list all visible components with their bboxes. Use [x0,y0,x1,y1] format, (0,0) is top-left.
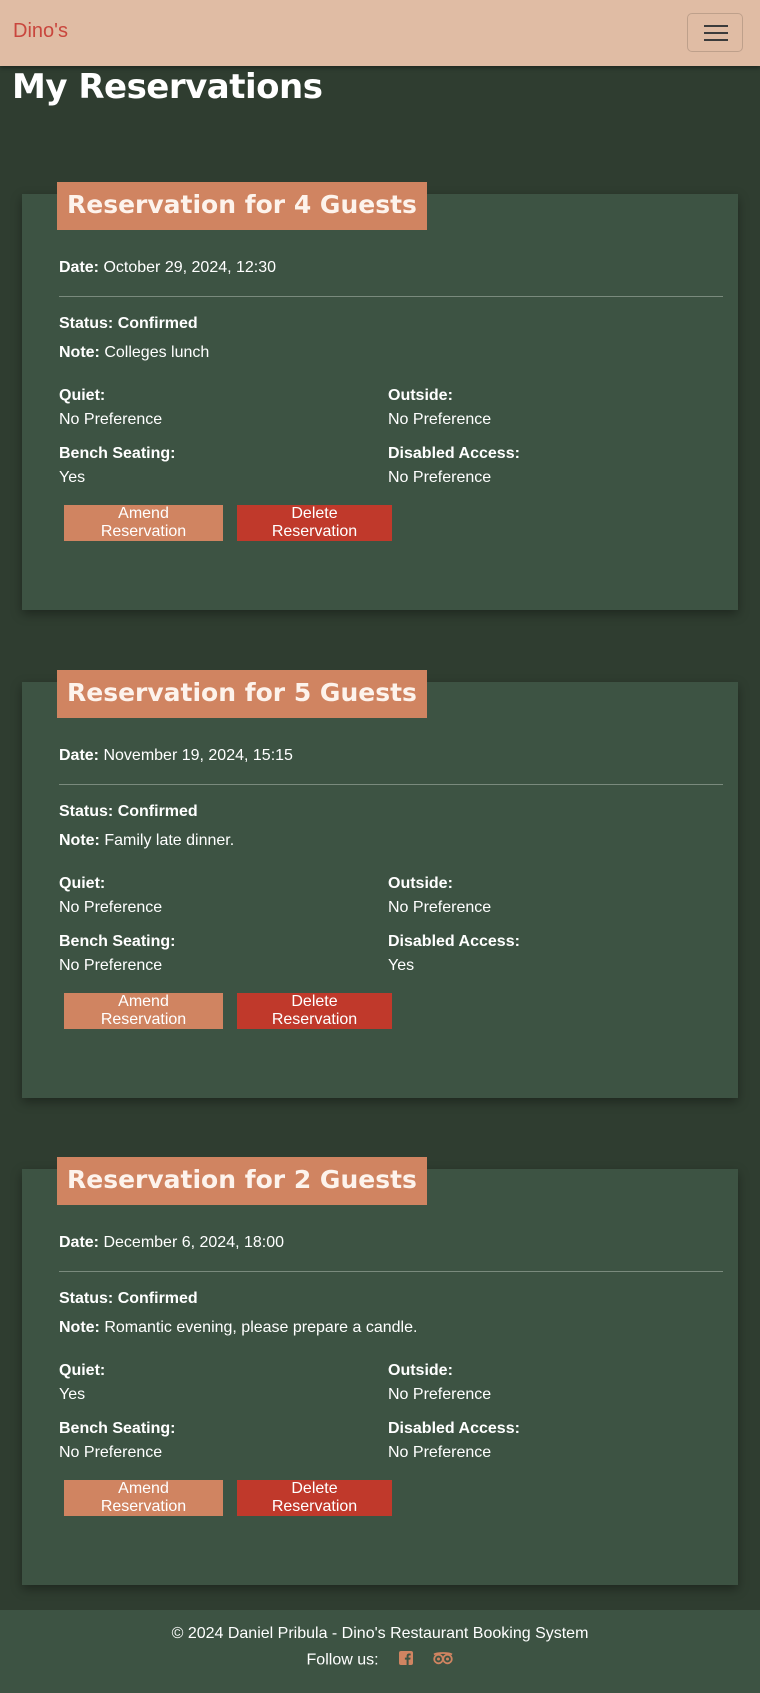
reservation-status: Status: Confirmed [59,315,198,332]
pref-disabled-access: Disabled Access: No Preference [388,1420,520,1461]
pref-outside: Outside: No Preference [388,875,492,916]
tripadvisor-icon[interactable] [433,1651,454,1670]
reservation-note: Note: Colleges lunch [59,344,210,361]
menu-toggle-button[interactable] [687,13,743,52]
pref-quiet: Quiet: Yes [59,1362,106,1403]
reservation-date: Date: October 29, 2024, 12:30 [59,259,277,276]
delete-reservation-button[interactable]: Delete Reservation [237,1480,392,1516]
page-title: My Reservations [12,67,323,107]
follow-us-label: Follow us: [306,1651,379,1669]
amend-reservation-button[interactable]: Amend Reservation [64,993,223,1029]
pref-quiet: Quiet: No Preference [59,875,163,916]
pref-outside: Outside: No Preference [388,387,492,428]
pref-disabled-access: Disabled Access: Yes [388,933,520,974]
divider [59,784,723,785]
pref-disabled-access: Disabled Access: No Preference [388,445,520,486]
brand-link[interactable]: Dino's [13,20,68,43]
reservation-title: Reservation for 4 Guests [57,182,427,230]
reservation-date: Date: November 19, 2024, 15:15 [59,747,293,764]
amend-reservation-button[interactable]: Amend Reservation [64,505,223,541]
reservation-status: Status: Confirmed [59,1290,198,1307]
reservation-card: Reservation for 5 Guests Date: November … [22,670,738,1098]
delete-reservation-button[interactable]: Delete Reservation [237,993,392,1029]
pref-outside: Outside: No Preference [388,1362,492,1403]
pref-bench-seating: Bench Seating: Yes [59,445,176,486]
reservation-date: Date: December 6, 2024, 18:00 [59,1234,285,1251]
footer-copyright: © 2024 Daniel Pribula - Dino's Restauran… [171,1625,589,1642]
pref-bench-seating: Bench Seating: No Preference [59,933,176,974]
facebook-icon[interactable] [399,1651,414,1670]
pref-quiet: Quiet: No Preference [59,387,163,428]
hamburger-menu-icon [704,25,728,27]
pref-bench-seating: Bench Seating: No Preference [59,1420,176,1461]
reservation-status: Status: Confirmed [59,803,198,820]
reservation-card: Reservation for 2 Guests Date: December … [22,1157,738,1585]
reservation-title: Reservation for 2 Guests [57,1157,427,1205]
amend-reservation-button[interactable]: Amend Reservation [64,1480,223,1516]
footer: © 2024 Daniel Pribula - Dino's Restauran… [0,1610,760,1693]
reservation-title: Reservation for 5 Guests [57,670,427,718]
reservation-card: Reservation for 4 Guests Date: October 2… [22,182,738,610]
delete-reservation-button[interactable]: Delete Reservation [237,505,392,541]
reservation-note: Note: Romantic evening, please prepare a… [59,1319,418,1336]
footer-follow: Follow us: [0,1651,760,1670]
navbar: Dino's [0,0,760,66]
divider [59,296,723,297]
reservation-note: Note: Family late dinner. [59,832,235,849]
divider [59,1271,723,1272]
